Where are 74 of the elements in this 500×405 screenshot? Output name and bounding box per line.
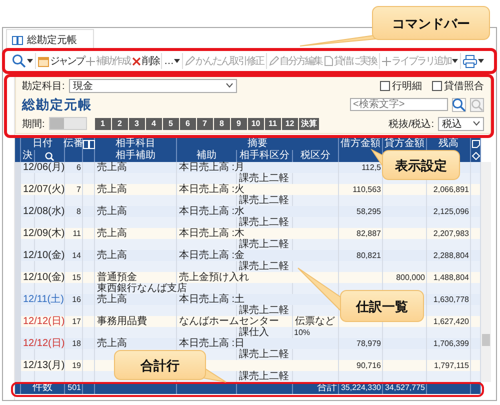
month-button[interactable]: 2 [112,118,128,130]
search-icon [45,152,54,160]
table-row[interactable]: 課売上二軽 [15,261,481,272]
memo-icon [472,140,480,148]
tax-dropdown[interactable]: 税込 [438,116,484,130]
scrollbar[interactable] [481,162,491,382]
month-button[interactable]: 5 [162,118,179,130]
row-handle[interactable] [15,162,21,173]
table-cell: 501 [65,382,83,394]
tax-label: 税抜/税込: [388,118,434,130]
calendar-icon [38,56,49,66]
pencil-icon [268,56,278,66]
month-button[interactable]: 1 [94,118,111,130]
caret-icon [478,59,484,63]
print-button[interactable] [462,52,485,70]
callout-tooltip: 合計行 [112,350,228,384]
month-button[interactable]: 10 [248,118,264,130]
table-row[interactable]: 課売上二軽 [15,173,481,184]
plus-icon [382,56,390,66]
table-row[interactable]: 課仕入 10% [15,327,481,338]
table-row[interactable]: 12/08(水) 8 売上高 本日売上高 :水 58,295 2,125,096 [15,206,481,217]
table-row[interactable]: 課売上二軽 [15,239,481,250]
close-icon [132,56,141,66]
search-button[interactable] [11,52,34,70]
month-button[interactable]: 8 [214,118,230,130]
table-row[interactable]: 12/10(金) 14 売上高 本日売上高 :金 80,821 2,288,804 [15,250,481,261]
callout-tooltip: コマンドバー [298,4,494,48]
window-tab[interactable]: 総勘定元帳 [6,29,94,50]
period-slider[interactable] [48,117,87,130]
book-icon [82,140,94,148]
table-row[interactable]: 12/10(金) 15 普通預金 売上金預け入れ 800,000 1,488,804 [15,272,481,283]
toolbar-button[interactable]: ジャンプ [37,52,85,70]
month-button[interactable]: 決算 [298,118,319,130]
toolbar-button[interactable]: 削除 [131,52,160,70]
row-handle[interactable] [15,371,21,382]
caret-icon [27,59,33,63]
month-button[interactable]: 11 [264,118,281,130]
table-row[interactable]: 東西銀行なんば支店 [15,283,481,294]
month-button[interactable]: 3 [128,118,145,130]
account-dropdown[interactable]: 現金 [68,78,237,92]
checkbox-option[interactable]: 行明細 [380,78,422,92]
month-button[interactable]: 9 [230,118,247,130]
table-row[interactable]: 12/07(火) 7 売上高 本日売上高 :火 110,563 2,066,891 [15,184,481,195]
period-label: 期間: [22,118,45,130]
table-cell: 35,224,330 [339,382,383,394]
checkbox-option[interactable]: 貸借照合 [432,78,484,92]
month-button[interactable]: 4 [146,118,162,130]
table-cell: 34,527,775 [383,382,427,394]
month-button[interactable]: 7 [196,118,213,130]
search-icon [471,98,483,110]
pencil-icon [184,56,194,66]
printer-icon [463,54,477,68]
caret-icon [174,59,180,63]
search-icon [452,98,466,112]
table-row[interactable]: 12/09(木) 11 売上高 本日売上高 :木 82,887 2,207,983 [15,228,481,239]
table-cell: 課売上二軽 [237,371,293,382]
document-icon [324,56,333,66]
month-button[interactable]: 6 [180,118,196,130]
caret-icon [452,59,458,63]
book-icon [12,36,23,44]
chevron-icon [473,121,480,126]
tag-icon [472,152,480,160]
table-row[interactable]: 課売上二軽 [15,195,481,206]
chevron-icon [226,83,233,88]
ledger-title: 総勘定元帳 [22,96,92,114]
search-icon [12,54,26,68]
table-row[interactable]: 12/12(日) 18 売上高 本日売上高 :日 78,979 1,706,399 [15,338,481,349]
scrollbar-thumb[interactable] [482,334,490,346]
month-button[interactable]: 12 [282,118,298,130]
menu-button[interactable]: … [163,52,180,70]
plus-icon [86,56,95,66]
account-label: 勘定科目: [22,80,65,92]
table-row[interactable]: 12/12(日) 17 事務用品費 なんばホームセンター 伝票など 1,627,420 [15,316,481,327]
table-row[interactable]: 課売上二軽 [15,217,481,228]
